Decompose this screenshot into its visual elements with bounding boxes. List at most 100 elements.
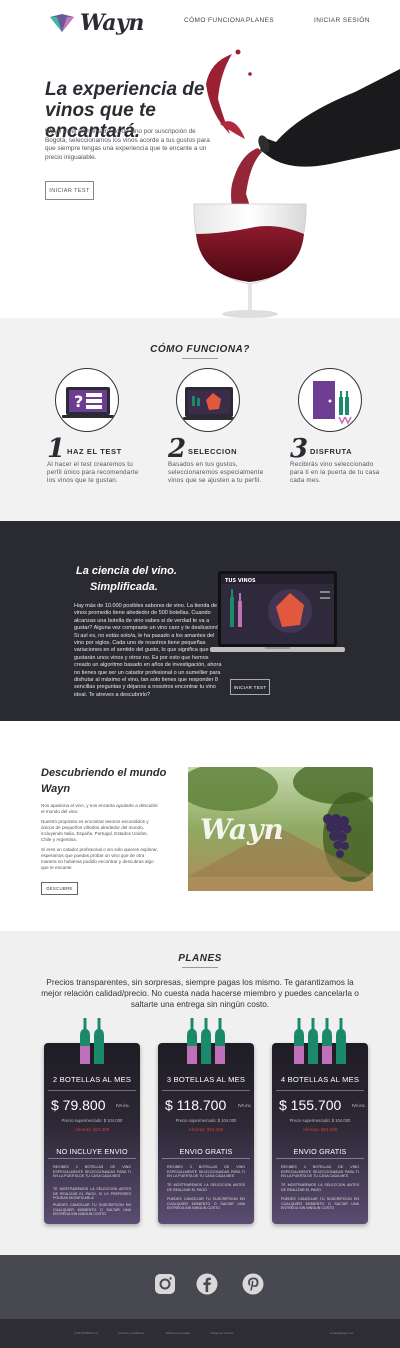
footer: © WAYN WINE S.A.S Términos y condiciones… [0,1319,400,1348]
ciencia-title: La ciencia del vino. Simplificada. [76,563,177,595]
plan-iva: IVA inc. [238,1103,252,1108]
step-number: 3 [290,434,309,464]
plan-detail-1: RECIBES 4 BOTELLAS DE VINO ESPECIALMENTE… [281,1165,359,1179]
plan-iva: IVA inc. [352,1103,366,1108]
plan-detail-2: TE MOSTRAREMOS LA SELECCION ANTES DE REA… [53,1187,131,1201]
bottles-icon [80,1018,104,1064]
descubriendo-paragraph-1: Nos apasiona el vino, y nos encanta ayud… [41,803,158,814]
plan-detail-3: PUEDES CANCELAR TU SUSCRIPCION EN CUALQU… [281,1197,359,1211]
plan-card-2[interactable]: 2 BOTELLAS AL MES $ 79.800 IVA inc. Prec… [44,1018,140,1224]
plan-detail-1: RECIBES 3 BOTELLAS DE VINO ESPECIALMENTE… [167,1165,245,1179]
bottle-icon [322,1018,332,1064]
hero-text: Wayn es el primer servicio de vino por s… [45,128,210,161]
vineyard-image-logo-text: Wayn [200,813,284,846]
ciencia-start-test-button[interactable]: INICIAR TEST [230,679,270,695]
card-divider [276,1158,364,1159]
plan-detail-1: RECIBES 2 BOTELLAS DE VINO ESPECIALMENTE… [53,1165,131,1179]
plan-detail-2: TE MOSTRAREMOS LA SELECCION ANTES DE REA… [167,1183,245,1192]
laptop-screen-title: TUS VINOS [225,578,256,584]
top-nav: Wayn CÓMO FUNCIONA PLANES INICIAR SESIÓN [0,0,400,44]
card-divider [162,1090,250,1091]
plan-price: $ 79.800 [51,1097,106,1113]
plan-savings: Ahorras: $24.200 [74,1127,110,1132]
hero-start-test-button[interactable]: INICIAR TEST [45,181,94,200]
planes-subtitle: Precios transparentes, sin sorpresas, si… [41,977,359,1009]
ciencia-text: Hay más de 10.000 posibles sabores de vi… [74,603,222,698]
nav-planes[interactable]: PLANES [246,17,274,24]
ciencia-title-line2: Simplificada. [90,581,158,593]
descubriendo-section: Descubriendo el mundo Wayn Nos apasiona … [0,721,400,931]
footer-link-privacy[interactable]: Política de privacidad [166,1332,190,1335]
plan-supermarket-price: Precio supermercado: $ 104.000 [175,1118,237,1123]
plan-supermarket-price: Precio supermercado: $ 104.000 [61,1118,123,1123]
bottles-icon [294,1018,346,1064]
hero-section: La experiencia de vinos que te encantará… [0,44,400,318]
descubriendo-paragraph-3: Si eres un catador profesional o sin sol… [41,847,158,870]
bottle-icon [94,1018,104,1064]
svg-text:?: ? [74,392,83,411]
bottle-icon [294,1018,304,1064]
plan-card-4[interactable]: 4 BOTELLAS AL MES $ 155.700 IVA inc. Pre… [272,1018,368,1224]
footer-link-terms[interactable]: Términos y condiciones [118,1332,144,1335]
como-funciona-section: CÓMO FUNCIONA? ? 1 HAZ EL TEST Al hacer … [0,318,400,521]
laptop-mockup: TUS VINOS [210,571,345,652]
logo-icon [50,14,74,32]
plan-supermarket-price: Precio supermercado: $ 104.000 [289,1118,351,1123]
step-description: Recibirás vino seleccionado para ti en l… [290,461,380,485]
bottle-icon [80,1018,90,1064]
instagram-icon[interactable] [154,1273,176,1295]
como-funciona-title: CÓMO FUNCIONA? [150,344,250,355]
step-description: Al hacer el test crearemos tu perfil úni… [47,461,139,485]
nav-como-funciona[interactable]: CÓMO FUNCIONA [184,17,245,24]
plan-detail-3: PUEDES CANCELAR TU SUSCRIPCION EN CUALQU… [167,1197,245,1211]
plan-shipping: ENVIO GRATIS [293,1147,347,1156]
plan-savings: Ahorras: $24.200 [302,1127,338,1132]
descubriendo-paragraph-2: Nuestro propósito es encontrar tesoros e… [41,819,149,842]
delivery-icon [298,368,362,432]
footer-link-contact[interactable]: contacto@wayn.com [330,1332,353,1335]
plan-name: 3 BOTELLAS AL MES [166,1075,246,1084]
plan-shipping: NO INCLUYE ENVIO [56,1147,128,1156]
descubriendo-title: Descubriendo el mundo Wayn [41,767,167,795]
logo[interactable]: Wayn [48,10,144,36]
pinterest-icon[interactable] [242,1273,264,1295]
footer-link-copyright: © WAYN WINE S.A.S [74,1332,99,1335]
plan-name: 4 BOTELLAS AL MES [280,1075,360,1084]
ciencia-title-line1: La ciencia del vino. [76,565,177,577]
planes-section: PLANES Precios transparentes, sin sorpre… [0,931,400,1255]
step-name: HAZ EL TEST [67,447,122,456]
facebook-icon[interactable] [196,1273,218,1295]
plan-savings: Ahorras: $24.200 [188,1127,224,1132]
plan-iva: IVA inc. [116,1103,130,1108]
footer-link-jobs[interactable]: Trabaja con nosotros [210,1332,233,1335]
step-description: Basados en tus gustos, seleccionaremos e… [168,461,264,485]
test-icon: ? [55,368,119,432]
card-divider [162,1158,250,1159]
nav-iniciar-sesion[interactable]: INICIAR SESIÓN [314,17,370,24]
bottle-icon [187,1018,197,1064]
plan-card-3[interactable]: 3 BOTELLAS AL MES $ 118.700 IVA inc. Pre… [158,1018,254,1224]
card-divider [48,1090,136,1091]
plan-name: 2 BOTELLAS AL MES [52,1075,132,1084]
planes-title: PLANES [178,953,222,964]
ciencia-section: La ciencia del vino. Simplificada. Hay m… [0,521,400,721]
section-divider [182,358,218,359]
card-divider [48,1158,136,1159]
vineyard-image: Wayn [188,767,373,891]
section-divider [182,967,218,968]
plan-detail-2: TE MOSTRAREMOS LA SELECCION ANTES DE REA… [281,1183,359,1192]
step-number: 2 [168,434,187,464]
plan-price: $ 155.700 [279,1097,342,1113]
bottle-icon [215,1018,225,1064]
social-section [0,1255,400,1319]
selection-icon [176,368,240,432]
step-name: DISFRUTA [310,447,353,456]
descubre-button[interactable]: DESCUBRE [41,882,78,895]
plan-detail-3: PUEDES CANCELAR TU SUSCRIPCION EN CUALQU… [53,1203,131,1217]
plan-shipping: ENVIO GRATIS [179,1147,233,1156]
bottle-icon [201,1018,211,1064]
bottle-icon [336,1018,346,1064]
step-name: SELECCION [188,447,238,456]
bottles-icon [187,1018,225,1064]
bottle-icon [308,1018,318,1064]
